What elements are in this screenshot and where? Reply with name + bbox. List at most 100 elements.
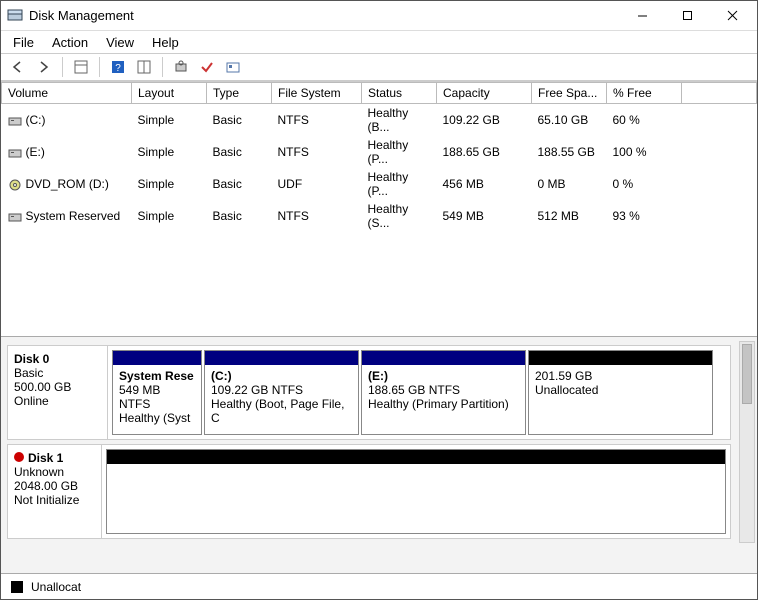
vertical-scrollbar[interactable] (739, 341, 755, 543)
cell-fs: NTFS (272, 200, 362, 232)
close-button[interactable] (710, 2, 755, 30)
partition-size: 201.59 GB (535, 369, 592, 383)
cell-status: Healthy (P... (362, 136, 437, 168)
table-header-row: Volume Layout Type File System Status Ca… (2, 83, 757, 104)
table-row[interactable]: (E:)SimpleBasicNTFSHealthy (P...188.65 G… (2, 136, 757, 168)
disk-state: Online (14, 394, 49, 408)
volume-name: (E:) (26, 145, 45, 159)
scrollbar-thumb[interactable] (742, 344, 752, 404)
cell-pct: 100 % (607, 136, 682, 168)
cell-layout: Simple (132, 104, 207, 137)
col-spacer (682, 83, 757, 104)
table-row[interactable]: DVD_ROM (D:)SimpleBasicUDFHealthy (P...4… (2, 168, 757, 200)
menubar: File Action View Help (1, 31, 757, 53)
volume-list-pane: Volume Layout Type File System Status Ca… (1, 82, 757, 337)
drive-icon (8, 211, 22, 223)
error-icon (14, 452, 24, 462)
col-type[interactable]: Type (207, 83, 272, 104)
col-status[interactable]: Status (362, 83, 437, 104)
cell-capacity: 456 MB (437, 168, 532, 200)
col-volume[interactable]: Volume (2, 83, 132, 104)
disk-type: Basic (14, 366, 43, 380)
cell-pct: 0 % (607, 168, 682, 200)
disk-map-pane: Disk 0Basic500.00 GBOnlineSystem Rese549… (1, 337, 757, 573)
col-capacity[interactable]: Capacity (437, 83, 532, 104)
svg-text:?: ? (115, 63, 121, 74)
partition[interactable]: System Rese549 MB NTFSHealthy (Syst (112, 350, 202, 435)
partition-size: 549 MB NTFS (119, 383, 160, 411)
cell-pct: 60 % (607, 104, 682, 137)
cell-type: Basic (207, 104, 272, 137)
col-pctfree[interactable]: % Free (607, 83, 682, 104)
cell-layout: Simple (132, 168, 207, 200)
minimize-button[interactable] (620, 2, 665, 30)
menu-help[interactable]: Help (144, 33, 187, 52)
legend-swatch-unallocated (11, 581, 23, 593)
disk-row: Disk 0Basic500.00 GBOnlineSystem Rese549… (7, 345, 731, 440)
toolbar: ? (1, 53, 757, 81)
volume-name: (C:) (26, 113, 46, 127)
col-freespace[interactable]: Free Spa... (532, 83, 607, 104)
cell-type: Basic (207, 200, 272, 232)
back-button[interactable] (7, 56, 29, 78)
cell-type: Basic (207, 136, 272, 168)
settings-button[interactable] (222, 56, 244, 78)
partition[interactable]: 201.59 GBUnallocated (528, 350, 713, 435)
disk-title: Disk 0 (14, 352, 49, 366)
window: Disk Management File Action View Help ? (0, 0, 758, 600)
legend: Unallocat (1, 573, 757, 599)
partition-status: Healthy (Primary Partition) (368, 397, 509, 411)
disk-info[interactable]: Disk 0Basic500.00 GBOnline (8, 346, 108, 439)
cell-capacity: 188.65 GB (437, 136, 532, 168)
table-row[interactable]: (C:) SimpleBasicNTFSHealthy (B...109.22 G… (2, 104, 757, 137)
volume-name: System Reserved (26, 209, 121, 223)
drive-icon (8, 179, 22, 191)
cell-status: Healthy (S... (362, 200, 437, 232)
partition-bar (362, 351, 525, 365)
cell-free: 512 MB (532, 200, 607, 232)
disk-info[interactable]: Disk 1Unknown2048.00 GBNot Initialize (8, 445, 102, 538)
cell-type: Basic (207, 168, 272, 200)
cell-status: Healthy (B... (362, 104, 437, 137)
help-button[interactable]: ? (107, 56, 129, 78)
apply-button[interactable] (196, 56, 218, 78)
partition-bar (107, 450, 725, 464)
partition[interactable]: (E:)188.65 GB NTFSHealthy (Primary Parti… (361, 350, 526, 435)
cell-capacity: 549 MB (437, 200, 532, 232)
show-hide-tree-button[interactable] (70, 56, 92, 78)
window-title: Disk Management (29, 8, 620, 23)
forward-button[interactable] (33, 56, 55, 78)
partition-status: Healthy (Syst (119, 411, 190, 425)
partition-status: Healthy (Boot, Page File, C (211, 397, 344, 425)
volume-name: DVD_ROM (D:) (26, 177, 109, 191)
menu-view[interactable]: View (98, 33, 142, 52)
cell-fs: NTFS (272, 136, 362, 168)
partition[interactable] (106, 449, 726, 534)
menu-action[interactable]: Action (44, 33, 96, 52)
partition-bar (529, 351, 712, 365)
col-filesystem[interactable]: File System (272, 83, 362, 104)
content: Volume Layout Type File System Status Ca… (1, 81, 757, 599)
disk-state: Not Initialize (14, 493, 79, 507)
cell-free: 0 MB (532, 168, 607, 200)
refresh-button[interactable] (170, 56, 192, 78)
table-row[interactable]: System Reserved SimpleBasicNTFSHealthy (S… (2, 200, 757, 232)
cell-status: Healthy (P... (362, 168, 437, 200)
partition-size: 188.65 GB NTFS (368, 383, 460, 397)
menu-file[interactable]: File (5, 33, 42, 52)
partition[interactable]: (C:)109.22 GB NTFSHealthy (Boot, Page Fi… (204, 350, 359, 435)
disk-size: 2048.00 GB (14, 479, 78, 493)
col-layout[interactable]: Layout (132, 83, 207, 104)
cell-capacity: 109.22 GB (437, 104, 532, 137)
titlebar: Disk Management (1, 1, 757, 31)
cell-layout: Simple (132, 200, 207, 232)
partition-label: (C:) (211, 369, 232, 383)
cell-fs: NTFS (272, 104, 362, 137)
partition-size: 109.22 GB NTFS (211, 383, 303, 397)
layout-button[interactable] (133, 56, 155, 78)
drive-icon (8, 147, 22, 159)
maximize-button[interactable] (665, 2, 710, 30)
partition-status: Unallocated (535, 383, 598, 397)
app-icon (7, 8, 23, 24)
partition-row: System Rese549 MB NTFSHealthy (Syst(C:)1… (108, 346, 730, 439)
